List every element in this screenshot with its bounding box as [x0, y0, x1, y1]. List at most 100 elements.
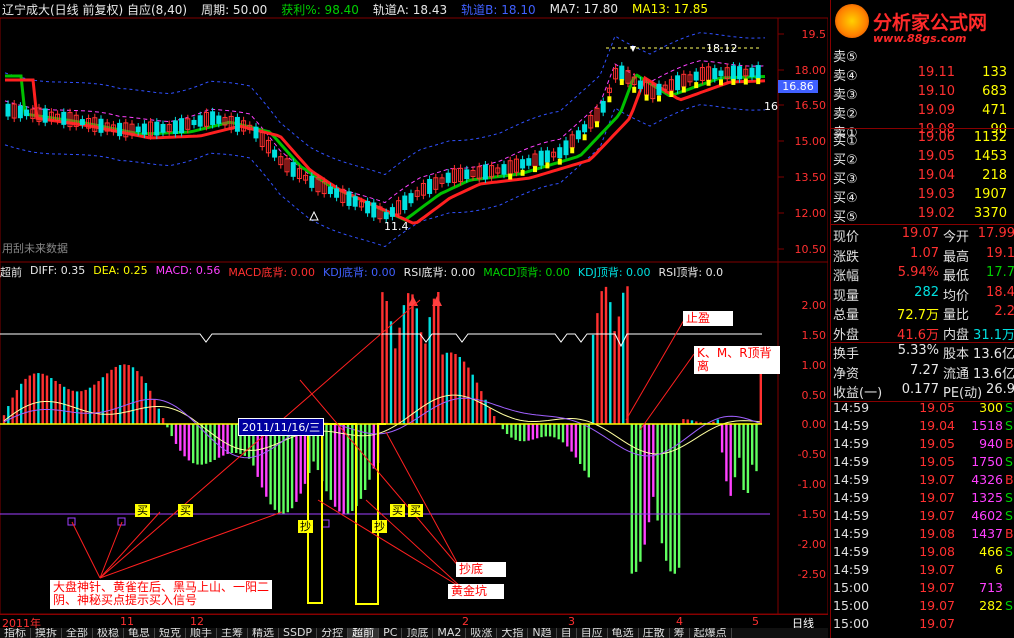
indicator-tab[interactable]: MA2 [433, 628, 467, 638]
quote-value: 7.27 [910, 362, 939, 378]
tick-row[interactable]: 14:59 19.04 1518 S [831, 418, 1014, 436]
tick-flag: S [1005, 400, 1013, 415]
candle-body [61, 111, 67, 125]
indicator-tab[interactable]: 庄散 [639, 628, 670, 638]
buy-row[interactable]: 买① 19.06 1132 [831, 130, 1014, 149]
indicator-tab[interactable]: 筹 [670, 628, 690, 638]
sell-label: 卖③ [833, 88, 858, 103]
indicator-tab[interactable]: 龟选 [608, 628, 639, 638]
buy-price: 19.04 [917, 168, 955, 183]
tick-time: 14:59 [833, 436, 870, 451]
candle-body [179, 118, 185, 134]
sell-label: 卖⑤ [833, 50, 858, 65]
tick-row[interactable]: 14:59 19.08 466 S [831, 544, 1014, 562]
indicator-name[interactable]: 超前 [0, 264, 22, 279]
price-label: 12.00 [794, 207, 827, 220]
sell-row[interactable]: 卖② 19.09 471 [831, 103, 1014, 122]
top-reference-line [0, 333, 762, 348]
buy-row[interactable]: 买② 19.05 1453 [831, 149, 1014, 168]
tick-row[interactable]: 14:59 19.07 1325 S [831, 490, 1014, 508]
buy-row[interactable]: 买③ 19.04 218 [831, 168, 1014, 187]
indicator-tab[interactable]: 精选 [248, 628, 279, 638]
tick-row[interactable]: 14:59 19.05 300 S [831, 400, 1014, 418]
indicator-tab[interactable]: 短克 [155, 628, 186, 638]
price-series [4, 32, 766, 248]
buy-volume: 3370 [973, 206, 1007, 221]
indicator-tab[interactable]: 顺手 [186, 628, 217, 638]
indicator-tab[interactable]: SSDP [279, 628, 318, 638]
price-label: 19.5 [801, 28, 827, 41]
quote-value: 19.07 [901, 226, 939, 241]
tick-row[interactable]: 15:00 19.07 282 S [831, 598, 1014, 616]
buy-row[interactable]: 买④ 19.03 1907 [831, 187, 1014, 206]
tick-row[interactable]: 15:00 19.07 [831, 616, 1014, 634]
quote-label: 现量 [833, 288, 860, 304]
high-marker: 18.12 [706, 42, 738, 55]
tick-price: 19.07 [919, 580, 955, 595]
candle-body [234, 116, 240, 132]
tick-price: 19.05 [919, 454, 955, 469]
tick-row[interactable]: 14:59 19.08 1437 B [831, 526, 1014, 544]
indicator-tab[interactable]: 吸涨 [466, 628, 498, 638]
indicator-tab[interactable]: 起爆点 [690, 628, 732, 638]
tick-price: 19.07 [919, 490, 955, 505]
indicator-tab[interactable]: PC [379, 628, 403, 638]
tick-row[interactable]: 14:59 19.07 4326 B [831, 472, 1014, 490]
low-marker: 11.4 [384, 220, 409, 233]
signal-block [719, 79, 723, 86]
price-label: 16.50 [794, 99, 827, 112]
sell-volume: 683 [982, 84, 1007, 99]
candle-body [383, 212, 389, 220]
main-indicator-header: 辽宁成大(日线 前复权) 自应(8,40) 周期: 50.00 获利%: 98.… [0, 0, 828, 18]
buy-signal: 买 [408, 504, 423, 517]
candle-body [520, 159, 526, 169]
signal-block [694, 82, 699, 89]
candle-body [42, 108, 48, 123]
indicator-tab[interactable]: 自 [557, 628, 577, 638]
indicator-tab[interactable]: 摸拆 [31, 628, 62, 638]
quote-value: 26.9 [986, 382, 1014, 397]
candle-body [17, 105, 23, 119]
buy-label: 买③ [833, 172, 858, 187]
tick-row[interactable]: 14:59 19.05 940 B [831, 436, 1014, 454]
quote-label: 内盘 [943, 327, 970, 343]
quote-label: 外盘 [833, 327, 860, 343]
tick-flag: S [1005, 490, 1013, 505]
signal-block [570, 147, 575, 154]
bottom-fishing-note: 抄底 [456, 562, 506, 577]
indicator-tab[interactable]: 极稳 [93, 628, 124, 638]
buy-price: 19.05 [917, 149, 955, 164]
candle-body [538, 150, 544, 166]
quote-row: 涨跌 1.07 最高 19.1 [831, 246, 1014, 265]
quote-row: 总量 72.7万 量比 2.2 [831, 304, 1014, 323]
quote-label: 股本 [943, 347, 970, 362]
tick-row[interactable]: 14:59 19.05 1750 S [831, 454, 1014, 472]
candle-body [619, 65, 625, 81]
sell-row[interactable]: 卖③ 19.10 683 [831, 84, 1014, 103]
indicator-tab[interactable]: 指标 [0, 628, 31, 638]
buy-row[interactable]: 买⑤ 19.02 3370 [831, 206, 1014, 225]
macd-label: -0.50 [797, 448, 826, 461]
indicator-tab[interactable]: 分控 [317, 628, 349, 638]
tick-price: 19.05 [919, 400, 955, 415]
tick-row[interactable]: 14:59 19.07 6 [831, 562, 1014, 580]
date-label: 2 [462, 615, 469, 628]
candle-body [154, 121, 160, 136]
indicator-tab[interactable]: 自应 [577, 628, 608, 638]
tick-row[interactable]: 14:59 19.07 4602 S [831, 508, 1014, 526]
sell-row[interactable]: 卖④ 19.11 133 [831, 65, 1014, 84]
indicator-tab[interactable]: 全部 [62, 628, 93, 638]
tick-row[interactable]: 15:00 19.07 713 [831, 580, 1014, 598]
high-triangle-icon [630, 46, 636, 52]
tick-time: 14:59 [833, 544, 870, 559]
indicator-tab[interactable]: 主筹 [217, 628, 248, 638]
indicator-tab[interactable]: 超前 [348, 628, 380, 638]
indicator-tab[interactable]: 大指 [497, 628, 529, 638]
sell-row[interactable]: 卖⑤ [831, 46, 1014, 65]
kdj-top-div: KDJ顶背: 0.00 [577, 266, 651, 279]
tick-time: 14:59 [833, 562, 870, 577]
indicator-tab[interactable]: 顶底 [402, 628, 434, 638]
macd-label: 1.50 [801, 329, 827, 342]
indicator-tab[interactable]: 龟息 [124, 628, 155, 638]
indicator-tab[interactable]: N趋 [528, 628, 557, 638]
